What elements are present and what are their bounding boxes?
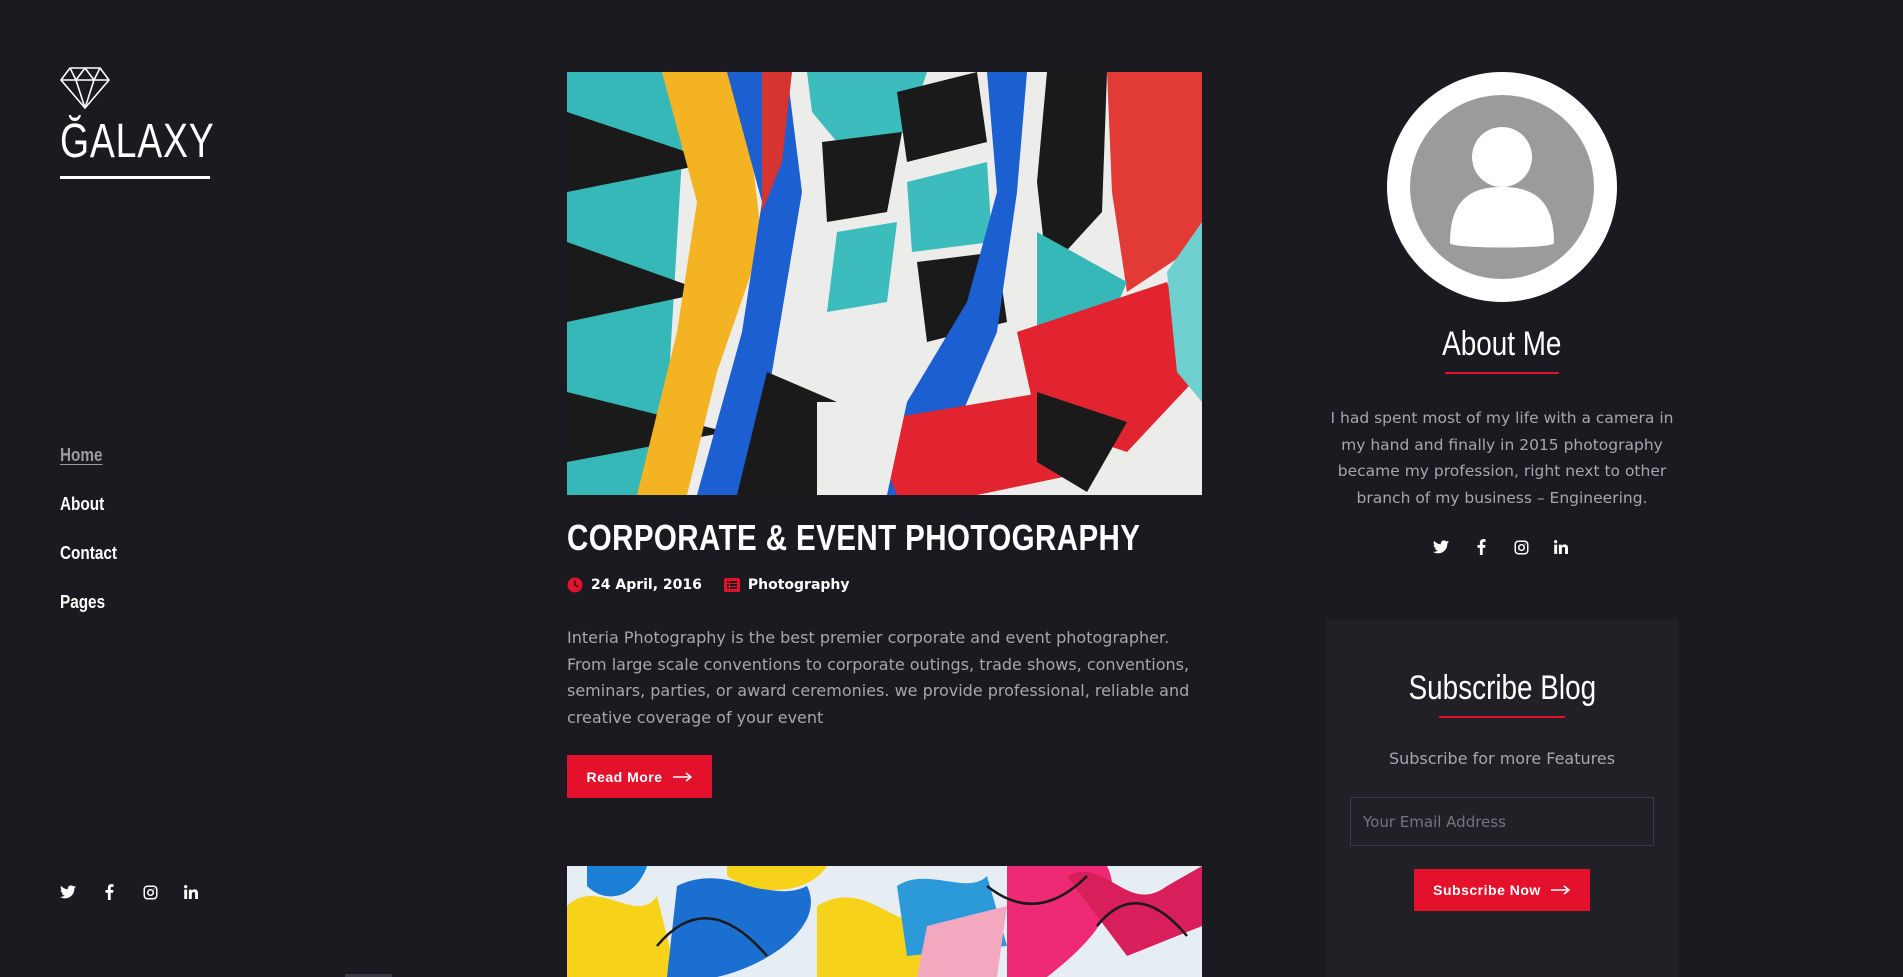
instagram-icon[interactable]: [141, 883, 159, 901]
post-date: 24 April, 2016: [591, 577, 702, 593]
post-title[interactable]: CORPORATE & EVENT PHOTOGRAPHY: [567, 517, 1140, 559]
about-text: I had spent most of my life with a camer…: [1330, 409, 1674, 507]
about-title-text: About Me: [1442, 325, 1562, 363]
subscribe-title: Subscribe Blog: [1326, 669, 1678, 718]
nav-item-contact[interactable]: Contact: [60, 542, 117, 564]
nav-item-pages[interactable]: Pages: [60, 591, 117, 613]
twitter-icon[interactable]: [1432, 538, 1450, 556]
instagram-icon[interactable]: [1512, 538, 1530, 556]
site-logo[interactable]: ĞALAXY: [60, 66, 215, 179]
subscribe-button[interactable]: Subscribe Now: [1414, 869, 1590, 911]
post-featured-image[interactable]: [567, 72, 1202, 495]
main-nav: Home About Contact Pages: [60, 444, 127, 640]
diamond-icon: [60, 67, 110, 109]
post-meta: 24 April, 2016 Photography: [567, 577, 850, 593]
subscribe-widget: Subscribe Blog Subscribe for more Featur…: [1326, 619, 1678, 977]
post-category-link[interactable]: Photography: [748, 577, 850, 593]
user-silhouette-icon: [1410, 95, 1594, 279]
post-excerpt: Interia Photography is the best premier …: [567, 628, 1190, 727]
paint-splash-image: [567, 866, 1202, 977]
nav-item-home[interactable]: Home: [60, 444, 117, 466]
subscribe-button-label: Subscribe Now: [1433, 882, 1541, 898]
author-avatar: [1387, 72, 1617, 302]
second-post-image[interactable]: [567, 866, 1202, 977]
read-more-label: Read More: [586, 768, 663, 785]
email-input[interactable]: [1350, 797, 1654, 846]
about-title: About Me: [1326, 325, 1678, 374]
sidebar-social-links: [59, 883, 200, 901]
arrow-right-icon: [1550, 885, 1571, 895]
read-more-button[interactable]: Read More: [567, 755, 712, 798]
linkedin-icon[interactable]: [182, 883, 200, 901]
twitter-icon[interactable]: [59, 883, 77, 901]
logo-text: ĞALAXY: [60, 115, 215, 168]
linkedin-icon[interactable]: [1552, 538, 1570, 556]
abstract-mural-image: [567, 72, 1202, 495]
clock-icon: [567, 577, 583, 593]
nav-item-about[interactable]: About: [60, 493, 117, 515]
logo-underline: [60, 176, 210, 179]
title-underline: [1445, 372, 1559, 374]
title-underline: [1439, 716, 1565, 718]
subscribe-subtitle: Subscribe for more Features: [1388, 749, 1616, 768]
subscribe-title-text: Subscribe Blog: [1408, 669, 1596, 707]
arrow-right-icon: [672, 771, 693, 782]
about-social-links: [1432, 538, 1570, 556]
facebook-icon[interactable]: [1472, 538, 1490, 556]
category-list-icon: [723, 577, 740, 593]
facebook-icon[interactable]: [100, 883, 118, 901]
